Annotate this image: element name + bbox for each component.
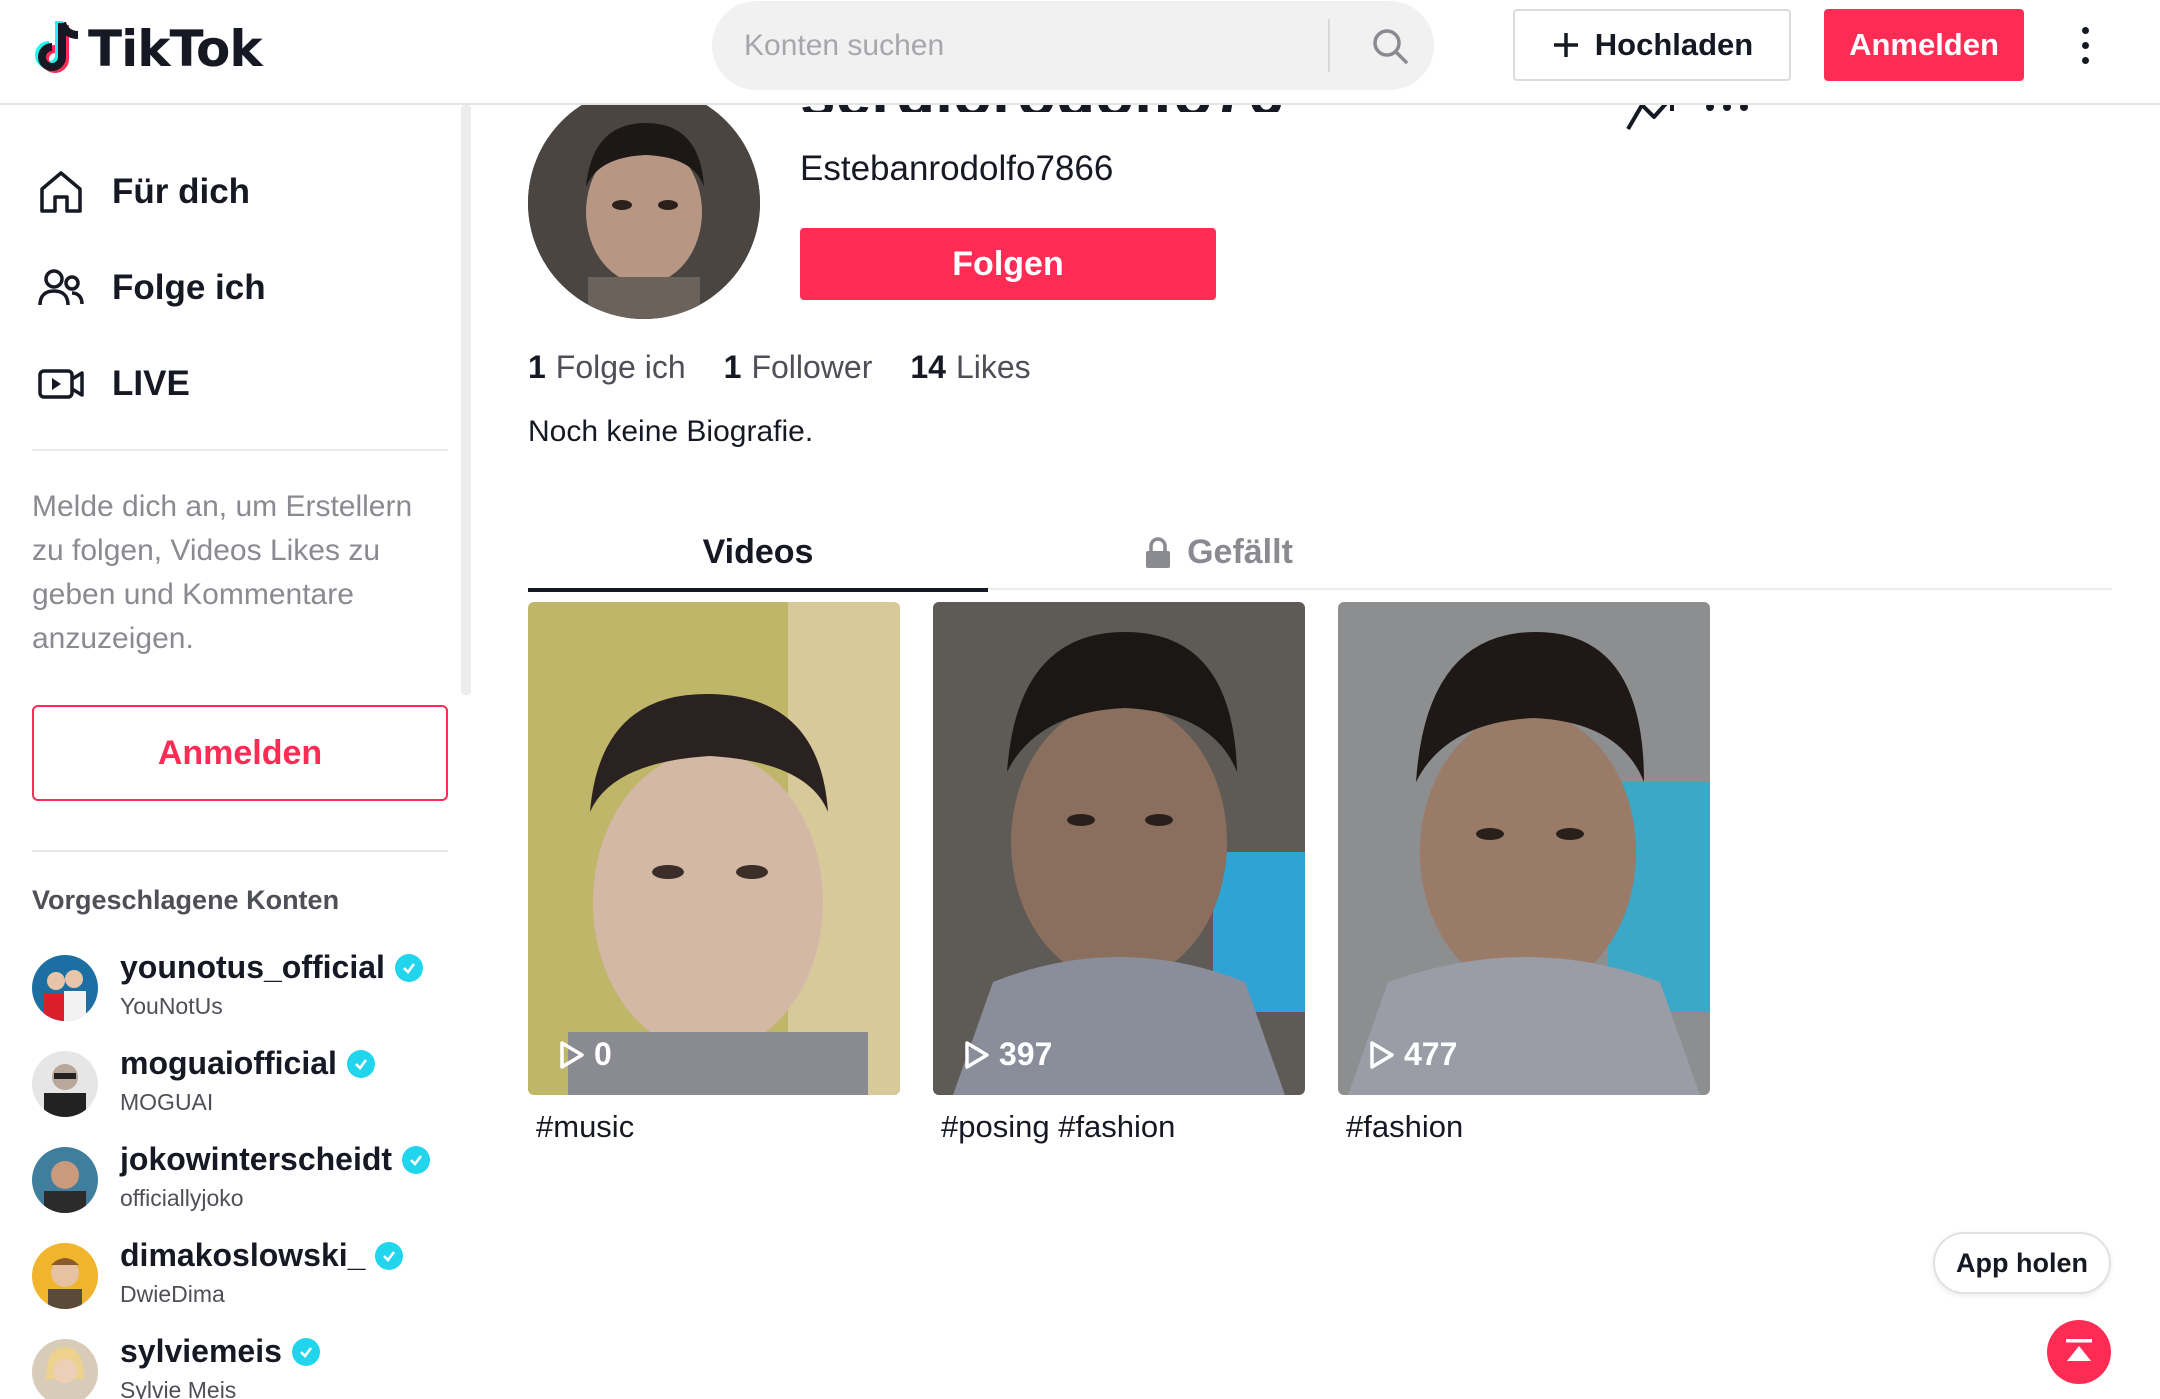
search-divider	[1328, 19, 1330, 72]
tab-videos[interactable]: Videos	[528, 515, 988, 592]
search-input[interactable]	[744, 1, 1304, 90]
video-caption[interactable]: #fashion	[1338, 1109, 1710, 1145]
sidebar: Für dich Folge ich LIVE Melde dich an, u…	[0, 105, 471, 1399]
lock-icon	[1146, 536, 1171, 568]
tab-liked[interactable]: Gefällt	[988, 515, 1448, 590]
account-subtitle: MOGUAI	[120, 1089, 214, 1115]
sidebar-login-button[interactable]: Anmelden	[32, 705, 448, 801]
avatar	[32, 1243, 98, 1309]
upload-label: Hochladen	[1594, 27, 1754, 62]
play-icon	[560, 1040, 584, 1069]
home-icon	[32, 163, 90, 221]
get-app-button[interactable]: App holen	[1933, 1232, 2111, 1294]
account-name: sylviemeis	[120, 1333, 320, 1370]
sidebar-item-for-you[interactable]: Für dich	[32, 157, 250, 227]
upload-button[interactable]: Hochladen	[1513, 9, 1791, 81]
stat-followers[interactable]: 1 Follower	[724, 349, 873, 386]
account-name: younotus_official	[120, 949, 423, 986]
profile-avatar	[528, 87, 760, 319]
view-count: 0	[558, 1036, 612, 1073]
video-card[interactable]: 477 #fashion	[1338, 602, 1710, 1145]
account-name: dimakoslowski_	[120, 1237, 404, 1274]
profile-handle: Estebanrodolfo7866	[800, 149, 1114, 188]
suggested-account[interactable]: moguaiofficial MOGUAI	[32, 1045, 452, 1125]
play-icon	[1370, 1040, 1394, 1069]
video-thumbnail[interactable]: 477	[1338, 602, 1710, 1095]
avatar	[32, 955, 98, 1021]
search-icon	[1373, 28, 1408, 64]
sidebar-divider	[32, 449, 448, 451]
arrow-up-icon	[2066, 1339, 2092, 1361]
profile-bio: Noch keine Biografie.	[528, 415, 814, 448]
users-icon	[32, 259, 90, 317]
avatar	[32, 1339, 98, 1399]
tiktok-note-icon	[32, 19, 84, 79]
suggested-account[interactable]: younotus_official YouNotUs	[32, 949, 452, 1029]
live-icon	[32, 355, 90, 413]
sidebar-divider	[32, 850, 448, 852]
suggested-account[interactable]: jokowinterscheidt officiallyjoko	[32, 1141, 452, 1221]
scroll-to-top-button[interactable]	[2047, 1320, 2111, 1384]
tiktok-logo[interactable]: TikTok	[32, 14, 263, 84]
sidebar-item-label: Für dich	[112, 172, 251, 211]
stat-following[interactable]: 1 Folge ich	[528, 349, 686, 386]
verified-badge-icon	[291, 1337, 320, 1366]
header-login-button[interactable]: Anmelden	[1824, 9, 2024, 81]
video-caption[interactable]: #music	[528, 1109, 900, 1145]
view-count: 477	[1368, 1036, 1457, 1073]
account-subtitle: YouNotUs	[120, 993, 223, 1019]
plus-icon	[1553, 33, 1578, 57]
suggested-accounts-title: Vorgeschlagene Konten	[32, 885, 340, 915]
profile-tabs: Videos Gefällt	[528, 515, 2112, 592]
follow-button[interactable]: Folgen	[800, 228, 1216, 300]
account-name: moguaiofficial	[120, 1045, 375, 1082]
video-card[interactable]: 397 #posing #fashion	[933, 602, 1305, 1145]
top-header: TikTok Hochladen Anmelden	[0, 0, 2160, 105]
profile-stats: 1 Folge ich 1 Follower 14 Likes	[528, 349, 1031, 386]
sidebar-item-label: Folge ich	[112, 268, 266, 307]
play-icon	[965, 1040, 989, 1069]
sidebar-item-following[interactable]: Folge ich	[32, 253, 266, 323]
account-subtitle: DwieDima	[120, 1281, 225, 1307]
video-caption[interactable]: #posing #fashion	[933, 1109, 1305, 1145]
more-menu-icon[interactable]	[2070, 20, 2100, 70]
view-count: 397	[963, 1036, 1052, 1073]
video-thumbnail[interactable]: 397	[933, 602, 1305, 1095]
login-hint-text: Melde dich an, um Erstellern zu folgen, …	[32, 490, 413, 655]
logo-text: TikTok	[88, 20, 263, 78]
avatar	[32, 1147, 98, 1213]
verified-badge-icon	[346, 1049, 375, 1078]
avatar	[32, 1051, 98, 1117]
stat-likes: 14 Likes	[910, 349, 1031, 385]
verified-badge-icon	[402, 1145, 431, 1174]
video-thumbnail[interactable]: 0	[528, 602, 900, 1095]
verified-badge-icon	[375, 1241, 404, 1270]
search-bar	[712, 1, 1434, 90]
sidebar-item-label: LIVE	[112, 364, 190, 403]
account-name: jokowinterscheidt	[120, 1141, 431, 1178]
account-subtitle: Sylvie Meis	[120, 1377, 237, 1399]
account-subtitle: officiallyjoko	[120, 1185, 244, 1211]
verified-badge-icon	[394, 953, 423, 982]
search-button[interactable]	[1346, 1, 1434, 90]
profile-main: sergiorodolfo76 Estebanrodolfo7866 Folge…	[470, 58, 2160, 1399]
suggested-account[interactable]: dimakoslowski_ DwieDima	[32, 1237, 452, 1317]
sidebar-item-live[interactable]: LIVE	[32, 349, 190, 419]
suggested-account[interactable]: sylviemeis Sylvie Meis	[32, 1333, 452, 1399]
video-card[interactable]: 0 #music	[528, 602, 900, 1145]
